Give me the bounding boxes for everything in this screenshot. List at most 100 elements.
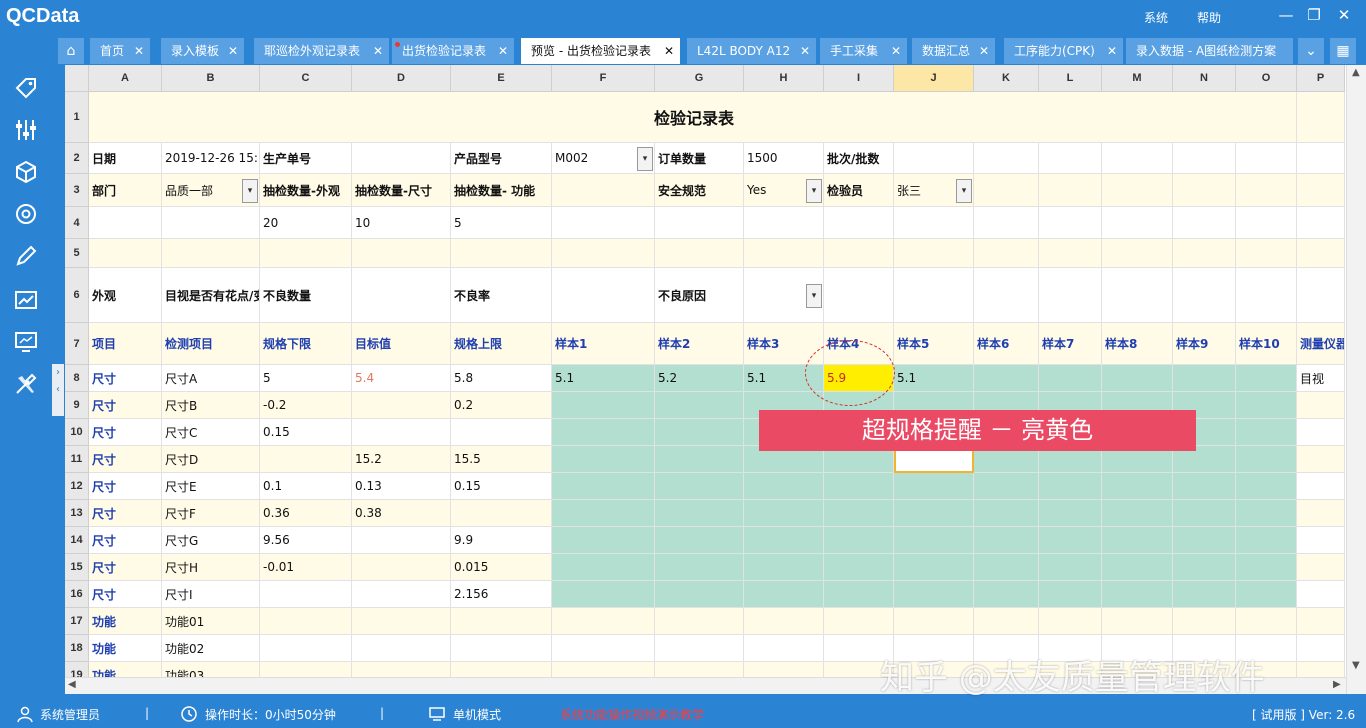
sheet-cell[interactable]: 不良原因	[655, 268, 744, 323]
sheet-cell[interactable]: 功能02	[162, 635, 260, 662]
corner-cell[interactable]	[65, 65, 89, 92]
sheet-cell[interactable]: -0.01	[260, 554, 352, 581]
sheet-cell[interactable]: 样本1	[552, 323, 655, 365]
column-header[interactable]: C	[260, 65, 352, 92]
row-header[interactable]: 2	[65, 143, 89, 174]
row-header[interactable]: 13	[65, 500, 89, 527]
tab-close-icon[interactable]: ✕	[1107, 38, 1117, 64]
sheet-cell[interactable]	[352, 392, 451, 419]
tag-icon[interactable]	[12, 74, 40, 102]
column-header[interactable]: D	[352, 65, 451, 92]
scroll-down-icon[interactable]: ▼	[1352, 660, 1360, 671]
sheet-cell[interactable]	[894, 527, 974, 554]
restore-icon[interactable]: ❐	[1302, 4, 1326, 26]
sheet-cell[interactable]	[352, 581, 451, 608]
sheet-cell[interactable]	[894, 473, 974, 500]
sheet-cell[interactable]	[1102, 527, 1173, 554]
tab-close-icon[interactable]: ✕	[373, 38, 383, 64]
sheet-cell[interactable]	[744, 473, 824, 500]
sheet-cell[interactable]	[894, 268, 974, 323]
sheet-cell[interactable]	[744, 207, 824, 239]
tools-icon[interactable]	[12, 370, 40, 398]
sheet-cell[interactable]	[260, 581, 352, 608]
sheet-cell[interactable]	[744, 635, 824, 662]
sheet-cell[interactable]	[974, 527, 1039, 554]
sheet-cell[interactable]	[894, 608, 974, 635]
sheet-cell[interactable]	[894, 207, 974, 239]
sheet-cell[interactable]	[1039, 239, 1102, 268]
sheet-cell[interactable]	[974, 473, 1039, 500]
tab-close-icon[interactable]: ✕	[134, 38, 144, 64]
sheet-cell[interactable]	[1102, 500, 1173, 527]
sheet-cell[interactable]	[451, 419, 552, 446]
sheet-cell[interactable]	[552, 473, 655, 500]
sheet-cell[interactable]	[552, 419, 655, 446]
sheet-cell[interactable]: 尺寸E	[162, 473, 260, 500]
sheet-cell[interactable]	[1039, 581, 1102, 608]
grid-menu-icon[interactable]: ▦	[1330, 38, 1356, 64]
sheet-cell[interactable]	[89, 207, 162, 239]
sheet-cell[interactable]: 尺寸F	[162, 500, 260, 527]
sheet-cell[interactable]: -0.2	[260, 392, 352, 419]
sheet-cell[interactable]	[974, 365, 1039, 392]
sheet-cell[interactable]: 功能01	[162, 608, 260, 635]
sheet-cell[interactable]	[824, 527, 894, 554]
sheet-cell[interactable]	[824, 608, 894, 635]
sheet-cell[interactable]: 日期	[89, 143, 162, 174]
sheet-cell[interactable]: 20	[260, 207, 352, 239]
sheet-cell[interactable]: 样本9	[1173, 323, 1236, 365]
sheet-cell[interactable]	[1297, 608, 1345, 635]
sheet-cell[interactable]: 部门	[89, 174, 162, 207]
column-header[interactable]: K	[974, 65, 1039, 92]
sheet-cell[interactable]: 尺寸	[89, 419, 162, 446]
sheet-cell[interactable]	[655, 554, 744, 581]
tab-close-icon[interactable]: ✕	[891, 38, 901, 64]
tutorial-link[interactable]: 系统功能操作视频演示教学	[560, 706, 704, 723]
sheet-cell[interactable]	[1102, 207, 1173, 239]
sheet-cell[interactable]	[1236, 500, 1297, 527]
sheet-cell[interactable]	[1173, 174, 1236, 207]
sheet-cell[interactable]	[655, 239, 744, 268]
sheet-cell[interactable]: 2.156	[451, 581, 552, 608]
sheet-cell[interactable]	[552, 392, 655, 419]
row-header[interactable]: 6	[65, 268, 89, 323]
column-header[interactable]: P	[1297, 65, 1345, 92]
sheet-cell[interactable]	[824, 581, 894, 608]
sheet-cell[interactable]: 5.4	[352, 365, 451, 392]
sheet-cell[interactable]: 尺寸A	[162, 365, 260, 392]
sheet-cell[interactable]	[451, 608, 552, 635]
sheet-cell[interactable]: 5.1	[552, 365, 655, 392]
row-header[interactable]: 16	[65, 581, 89, 608]
sheet-cell[interactable]	[1297, 500, 1345, 527]
sheet-cell[interactable]	[1173, 608, 1236, 635]
sheet-cell[interactable]	[162, 239, 260, 268]
sheet-cell[interactable]	[1297, 554, 1345, 581]
row-header[interactable]: 9	[65, 392, 89, 419]
sheet-cell[interactable]: 尺寸I	[162, 581, 260, 608]
dropdown-chevron-icon[interactable]: ▾	[637, 146, 653, 171]
row-header[interactable]: 8	[65, 365, 89, 392]
sheet-cell[interactable]: 0.1	[260, 473, 352, 500]
sheet-cell[interactable]	[1236, 473, 1297, 500]
sheet-cell[interactable]	[655, 500, 744, 527]
sheet-cell[interactable]	[1039, 554, 1102, 581]
vertical-scrollbar[interactable]: ▲ ▼	[1346, 65, 1366, 694]
target-icon[interactable]	[12, 200, 40, 228]
sheet-cell[interactable]: 0.38	[352, 500, 451, 527]
dropdown-chevron-icon[interactable]: ▾	[806, 178, 822, 203]
sheet-cell[interactable]	[824, 239, 894, 268]
tab-item[interactable]: 数据汇总 ✕	[912, 38, 996, 64]
sheet-cell[interactable]	[1297, 92, 1345, 143]
tab-close-icon[interactable]: ✕	[664, 38, 674, 64]
sheet-cell[interactable]: 样本10	[1236, 323, 1297, 365]
sheet-cell[interactable]	[1236, 446, 1297, 473]
column-header[interactable]: G	[655, 65, 744, 92]
sheet-cell[interactable]	[1039, 174, 1102, 207]
sheet-cell[interactable]: 外观	[89, 268, 162, 323]
sheet-cell[interactable]	[744, 608, 824, 635]
sheet-cell[interactable]: 尺寸	[89, 581, 162, 608]
tab-item[interactable]: 录入数据 - A图纸检测方案	[1126, 38, 1294, 64]
row-header[interactable]: 3	[65, 174, 89, 207]
sheet-cell[interactable]	[1297, 143, 1345, 174]
sheet-cell[interactable]: 5.2	[655, 365, 744, 392]
